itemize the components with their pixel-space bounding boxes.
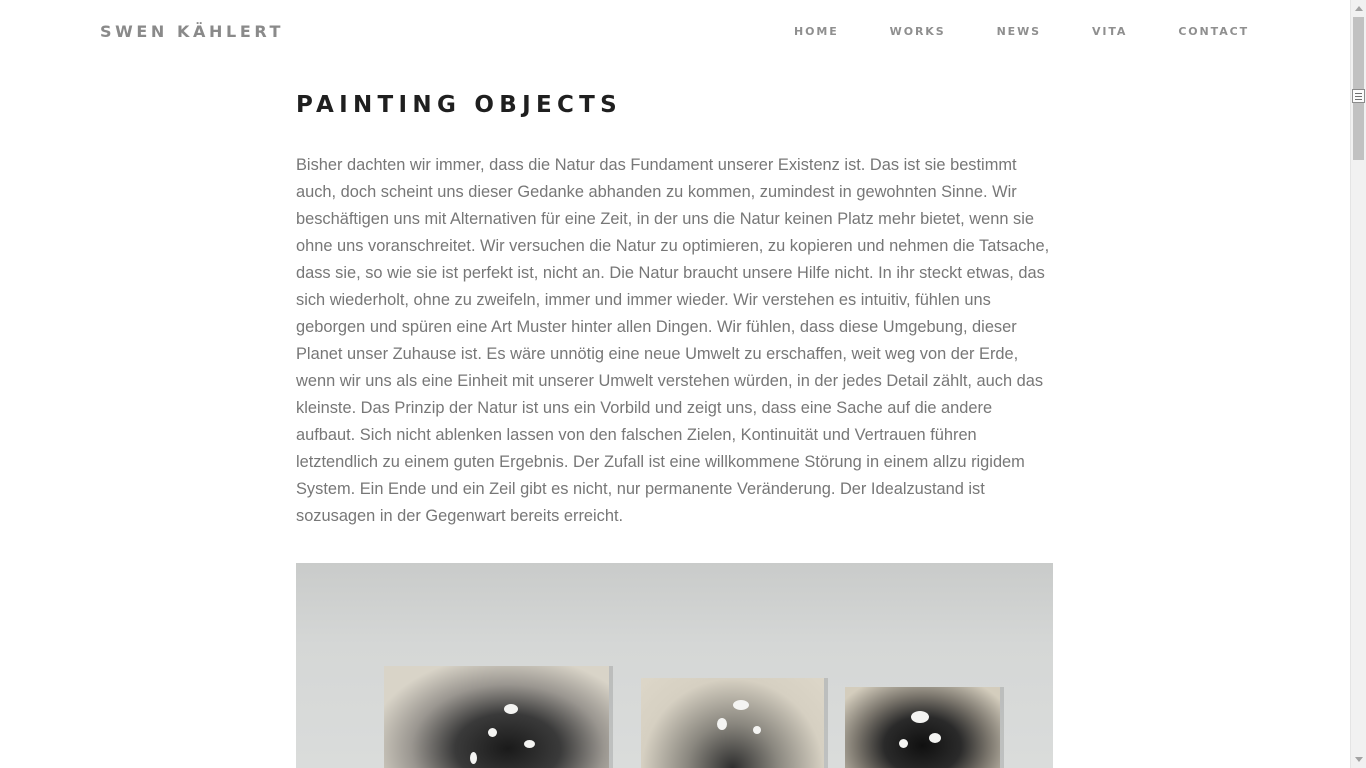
nav-item-contact[interactable]: CONTACT xyxy=(1178,25,1249,38)
painting-object-3 xyxy=(845,687,1004,768)
site-logo[interactable]: SWEN KÄHLERT xyxy=(100,22,284,41)
paint-splash xyxy=(929,733,941,743)
scroll-up-arrow-icon[interactable] xyxy=(1355,6,1363,11)
main-content: PAINTING OBJECTS Bisher dachten wir imme… xyxy=(296,88,1053,530)
paint-splash xyxy=(899,739,908,748)
paint-splash xyxy=(733,700,749,710)
paint-splash xyxy=(911,711,929,723)
nav-item-home[interactable]: HOME xyxy=(794,25,839,38)
nav-item-news[interactable]: NEWS xyxy=(997,25,1041,38)
paint-splash xyxy=(524,740,535,748)
canvas-edge xyxy=(1000,687,1004,768)
page: SWEN KÄHLERT HOME WORKS NEWS VITA CONTAC… xyxy=(0,0,1350,768)
artwork-photo xyxy=(296,563,1053,768)
canvas-edge xyxy=(609,666,613,768)
canvas-edge xyxy=(824,678,828,768)
paint-splash xyxy=(753,726,761,734)
paint-splash xyxy=(488,728,497,737)
paint-splash xyxy=(470,752,477,764)
vertical-scrollbar[interactable] xyxy=(1350,0,1366,768)
nav-item-works[interactable]: WORKS xyxy=(890,25,946,38)
main-nav: HOME WORKS NEWS VITA CONTACT xyxy=(794,25,1249,38)
page-title: PAINTING OBJECTS xyxy=(296,92,623,118)
paint-splash xyxy=(504,704,518,714)
scroll-down-arrow-icon[interactable] xyxy=(1355,757,1363,762)
intro-text: Bisher dachten wir immer, dass die Natur… xyxy=(296,156,1050,525)
reader-mode-icon[interactable] xyxy=(1352,89,1365,103)
nav-item-vita[interactable]: VITA xyxy=(1092,25,1127,38)
painting-object-2 xyxy=(641,678,828,768)
paint-splash xyxy=(717,718,727,730)
site-header: SWEN KÄHLERT HOME WORKS NEWS VITA CONTAC… xyxy=(0,0,1350,64)
painting-object-1 xyxy=(384,666,613,768)
